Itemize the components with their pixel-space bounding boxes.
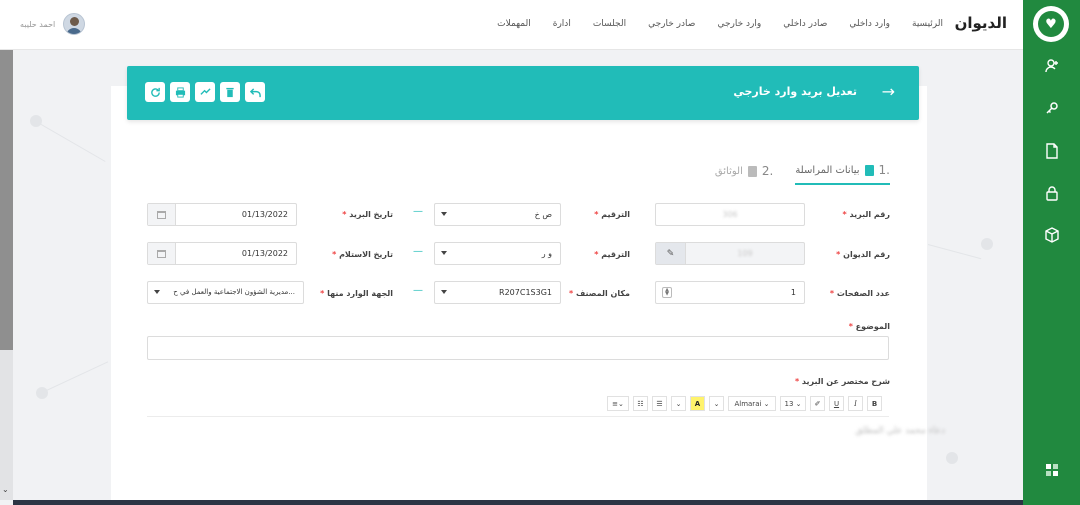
numbering-select[interactable]: ص خ bbox=[434, 203, 561, 226]
grid-icon[interactable] bbox=[1043, 461, 1060, 478]
wizard-steps: 1. بيانات المراسلة 2. الوثائق bbox=[715, 163, 890, 185]
calendar-icon[interactable] bbox=[148, 204, 176, 225]
separator-dash: — bbox=[413, 206, 423, 217]
nav-item-external-outgoing[interactable]: صادر خارجي bbox=[648, 19, 695, 29]
spinner-icon[interactable]: ▲ ▼ bbox=[662, 287, 672, 298]
delete-icon[interactable] bbox=[220, 82, 240, 102]
receive-date-label: * تاريخ الاستلام bbox=[332, 250, 393, 259]
nav-item-external-incoming[interactable]: وارد خارجي bbox=[717, 19, 761, 29]
user-add-icon[interactable] bbox=[1043, 57, 1060, 74]
print-icon[interactable] bbox=[170, 82, 190, 102]
box-icon[interactable] bbox=[1043, 226, 1060, 243]
italic-button[interactable]: I bbox=[848, 396, 863, 411]
align-icon[interactable]: ≡⌄ bbox=[607, 396, 629, 411]
step-number: 1. bbox=[878, 163, 890, 177]
user-menu[interactable]: احمد حليبه bbox=[20, 13, 86, 35]
header-actions bbox=[145, 82, 265, 102]
numbering-label: * الترقيم bbox=[594, 210, 630, 219]
font-size-select[interactable]: 13 ⌄ bbox=[780, 396, 806, 411]
subject-input[interactable] bbox=[147, 336, 889, 360]
brand-title[interactable]: الديوان bbox=[955, 14, 1007, 32]
mail-date-field[interactable]: 01/13/2022 bbox=[147, 203, 297, 226]
scrollbar-thumb[interactable] bbox=[0, 50, 13, 350]
undo-icon[interactable] bbox=[245, 82, 265, 102]
page-title: تعديل بريد وارد خارجي bbox=[733, 85, 857, 98]
mail-date-label: * تاريخ البريد bbox=[342, 210, 393, 219]
step-label: بيانات المراسلة bbox=[795, 164, 860, 176]
step-correspondence-data[interactable]: 1. بيانات المراسلة bbox=[795, 163, 890, 185]
highlight-color-icon[interactable]: A bbox=[690, 396, 705, 411]
document-icon bbox=[864, 164, 874, 176]
nav-item-admin[interactable]: ادارة bbox=[553, 19, 571, 29]
nav-item-trash[interactable]: المهملات bbox=[497, 19, 531, 29]
top-header: الديوان الرئيسية وارد داخلي صادر داخلي و… bbox=[0, 0, 1023, 50]
chevron-down-icon[interactable]: ⌄ bbox=[671, 396, 686, 411]
caret-down-icon bbox=[441, 290, 447, 294]
subject-label: * الموضوع bbox=[848, 322, 890, 331]
decor-dot bbox=[981, 238, 993, 250]
step-documents[interactable]: 2. الوثائق bbox=[715, 163, 773, 185]
editor-divider bbox=[147, 416, 889, 417]
arrow-right-icon[interactable]: → bbox=[882, 82, 895, 101]
lock-icon[interactable] bbox=[1043, 184, 1060, 201]
chevron-down-icon[interactable]: ⌄ bbox=[2, 485, 9, 494]
decor-dot bbox=[946, 452, 958, 464]
underline-button[interactable]: U bbox=[829, 396, 844, 411]
scrollbar-track[interactable]: ⌄ bbox=[0, 350, 13, 500]
separator-dash: — bbox=[413, 285, 423, 296]
caret-down-icon bbox=[441, 212, 447, 216]
bold-button[interactable]: B bbox=[867, 396, 882, 411]
caret-down-icon bbox=[441, 251, 447, 255]
diwan-number-field[interactable]: ✎ 109 bbox=[655, 242, 805, 265]
nav-item-internal-incoming[interactable]: وارد داخلي bbox=[849, 19, 890, 29]
heart-icon: ♥ bbox=[1038, 11, 1064, 37]
source-select[interactable]: مديرية الشؤون الاجتماعية والعمل في ح... bbox=[147, 281, 304, 304]
mail-number-label: * رقم البريد bbox=[842, 210, 890, 219]
chevron-down-icon[interactable]: ⌄ bbox=[709, 396, 724, 411]
editor-toolbar: B I U ✐ 13 ⌄ Almarai ⌄ ⌄ A ⌄ ☰ ☷ ≡⌄ bbox=[607, 396, 882, 411]
right-sidebar: ♥ bbox=[1023, 0, 1080, 505]
source-label: * الجهة الوارد منها bbox=[320, 289, 393, 298]
nav-item-internal-outgoing[interactable]: صادر داخلي bbox=[783, 19, 827, 29]
taskbar bbox=[13, 500, 1023, 505]
font-family-select[interactable]: Almarai ⌄ bbox=[728, 396, 776, 411]
step-label: الوثائق bbox=[714, 165, 743, 177]
separator-dash: — bbox=[413, 246, 423, 257]
nav-item-sessions[interactable]: الجلسات bbox=[593, 19, 626, 29]
caret-down-icon bbox=[154, 290, 160, 294]
summary-label: * شرح مختصر عن البريد bbox=[794, 377, 890, 386]
workbook-label: * مكان المصنف bbox=[569, 289, 630, 298]
decor-line bbox=[35, 121, 106, 162]
pages-label: * عدد الصفحات bbox=[829, 289, 890, 298]
app-logo[interactable]: ♥ bbox=[1033, 6, 1069, 42]
receive-date-field[interactable]: 01/13/2022 bbox=[147, 242, 297, 265]
numbering-select-2[interactable]: و ر bbox=[434, 242, 561, 265]
pencil-icon[interactable]: ✎ bbox=[656, 243, 686, 264]
mail-number-field[interactable]: 306 bbox=[655, 203, 805, 226]
user-name: احمد حليبه bbox=[20, 19, 56, 29]
page-header: → تعديل بريد وارد خارجي bbox=[127, 66, 919, 120]
refresh-icon[interactable] bbox=[145, 82, 165, 102]
numbering-label-2: * الترقيم bbox=[594, 250, 630, 259]
numbered-list-icon[interactable]: ☷ bbox=[633, 396, 648, 411]
decor-line bbox=[39, 361, 109, 394]
file-icon[interactable] bbox=[1043, 142, 1060, 159]
share-icon[interactable] bbox=[195, 82, 215, 102]
nav-item-home[interactable]: الرئيسية bbox=[912, 19, 943, 29]
main-nav: الرئيسية وارد داخلي صادر داخلي وارد خارج… bbox=[497, 19, 943, 29]
document-icon bbox=[747, 165, 757, 177]
avatar[interactable] bbox=[63, 13, 86, 35]
eraser-icon[interactable]: ✐ bbox=[810, 396, 825, 411]
diwan-number-label: * رقم الديوان bbox=[836, 250, 890, 259]
workbook-select[interactable]: R207C1S3G1 bbox=[434, 281, 561, 304]
editor-content[interactable]: دعاء محمد علي المطلق bbox=[855, 426, 945, 436]
step-number: 2. bbox=[761, 164, 774, 178]
pages-stepper[interactable]: ▲ ▼ 1 bbox=[655, 281, 805, 304]
key-icon[interactable] bbox=[1043, 99, 1060, 116]
decor-line bbox=[927, 244, 982, 260]
bullet-list-icon[interactable]: ☰ bbox=[652, 396, 667, 411]
calendar-icon[interactable] bbox=[148, 243, 176, 264]
